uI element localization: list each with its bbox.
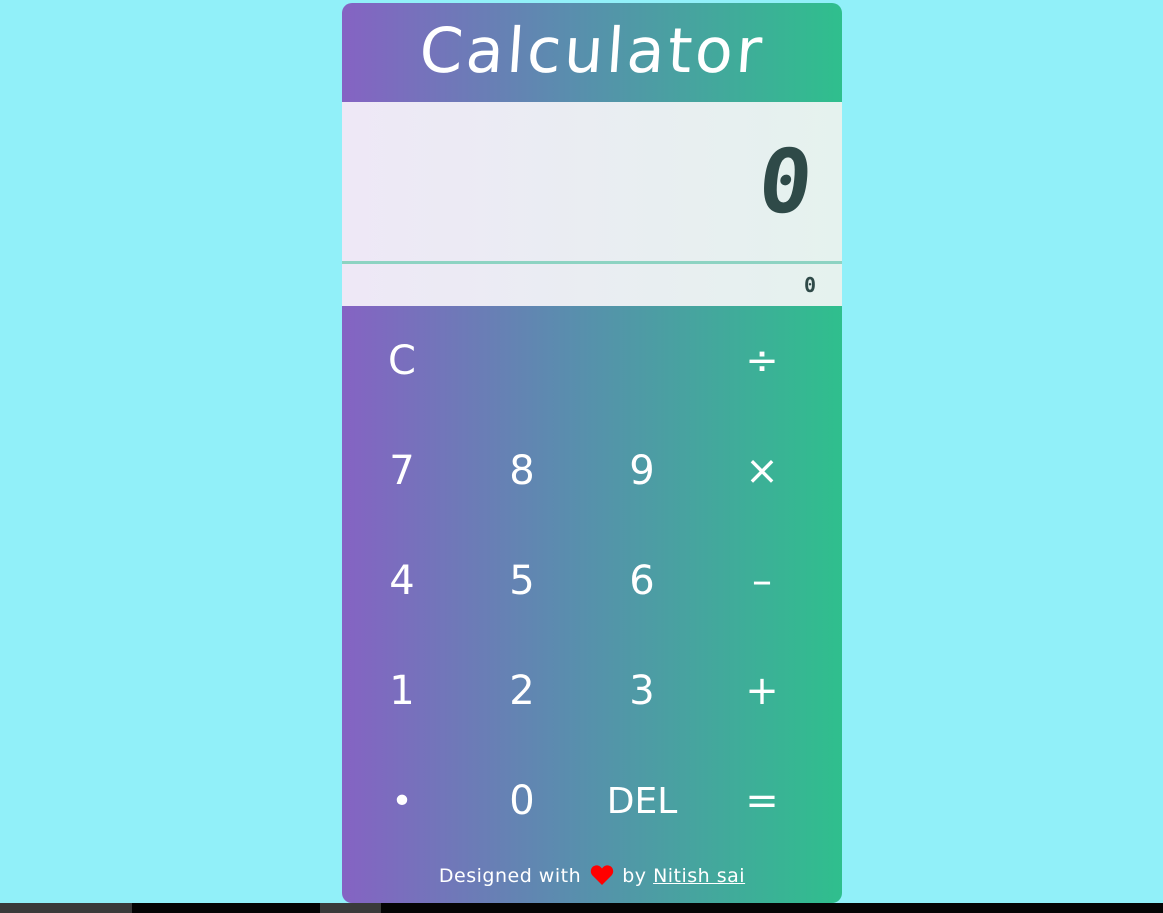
digit-7-button[interactable]: 7	[342, 416, 462, 526]
digit-1-button[interactable]: 1	[342, 636, 462, 746]
clear-button[interactable]: C	[342, 306, 462, 416]
digit-3-button[interactable]: 3	[582, 636, 702, 746]
calculator-title: Calculator	[417, 14, 768, 87]
delete-button[interactable]: DEL	[582, 746, 702, 856]
digit-0-button[interactable]: 0	[462, 746, 582, 856]
equals-button[interactable]: =	[702, 746, 822, 856]
multiply-button[interactable]: ×	[702, 416, 822, 526]
taskbar	[0, 903, 1163, 913]
previous-value: 0	[803, 273, 816, 297]
footer: Designed with by Nitish sai	[342, 864, 842, 887]
taskbar-item[interactable]	[0, 903, 132, 913]
keypad-spacer	[582, 306, 702, 416]
keypad: C ÷ 7 8 9 × 4 5 6 – 1 2 3 + • 0 DEL =	[342, 306, 842, 856]
add-button[interactable]: +	[702, 636, 822, 746]
digit-8-button[interactable]: 8	[462, 416, 582, 526]
author-link[interactable]: Nitish sai	[653, 865, 745, 887]
secondary-display: 0	[342, 264, 842, 306]
footer-prefix: Designed with	[438, 865, 582, 887]
digit-5-button[interactable]: 5	[462, 526, 582, 636]
taskbar-item[interactable]	[320, 903, 381, 913]
keypad-spacer	[462, 306, 582, 416]
calculator: Calculator 0 0 C ÷ 7 8 9 × 4 5 6 – 1 2 3…	[342, 3, 842, 903]
digit-6-button[interactable]: 6	[582, 526, 702, 636]
heart-icon	[590, 864, 614, 886]
footer-by: by	[622, 865, 647, 887]
digit-9-button[interactable]: 9	[582, 416, 702, 526]
subtract-button[interactable]: –	[702, 526, 822, 636]
current-value: 0	[753, 129, 818, 233]
decimal-button[interactable]: •	[342, 746, 462, 856]
divide-button[interactable]: ÷	[702, 306, 822, 416]
digit-2-button[interactable]: 2	[462, 636, 582, 746]
main-display: 0	[342, 102, 842, 264]
digit-4-button[interactable]: 4	[342, 526, 462, 636]
